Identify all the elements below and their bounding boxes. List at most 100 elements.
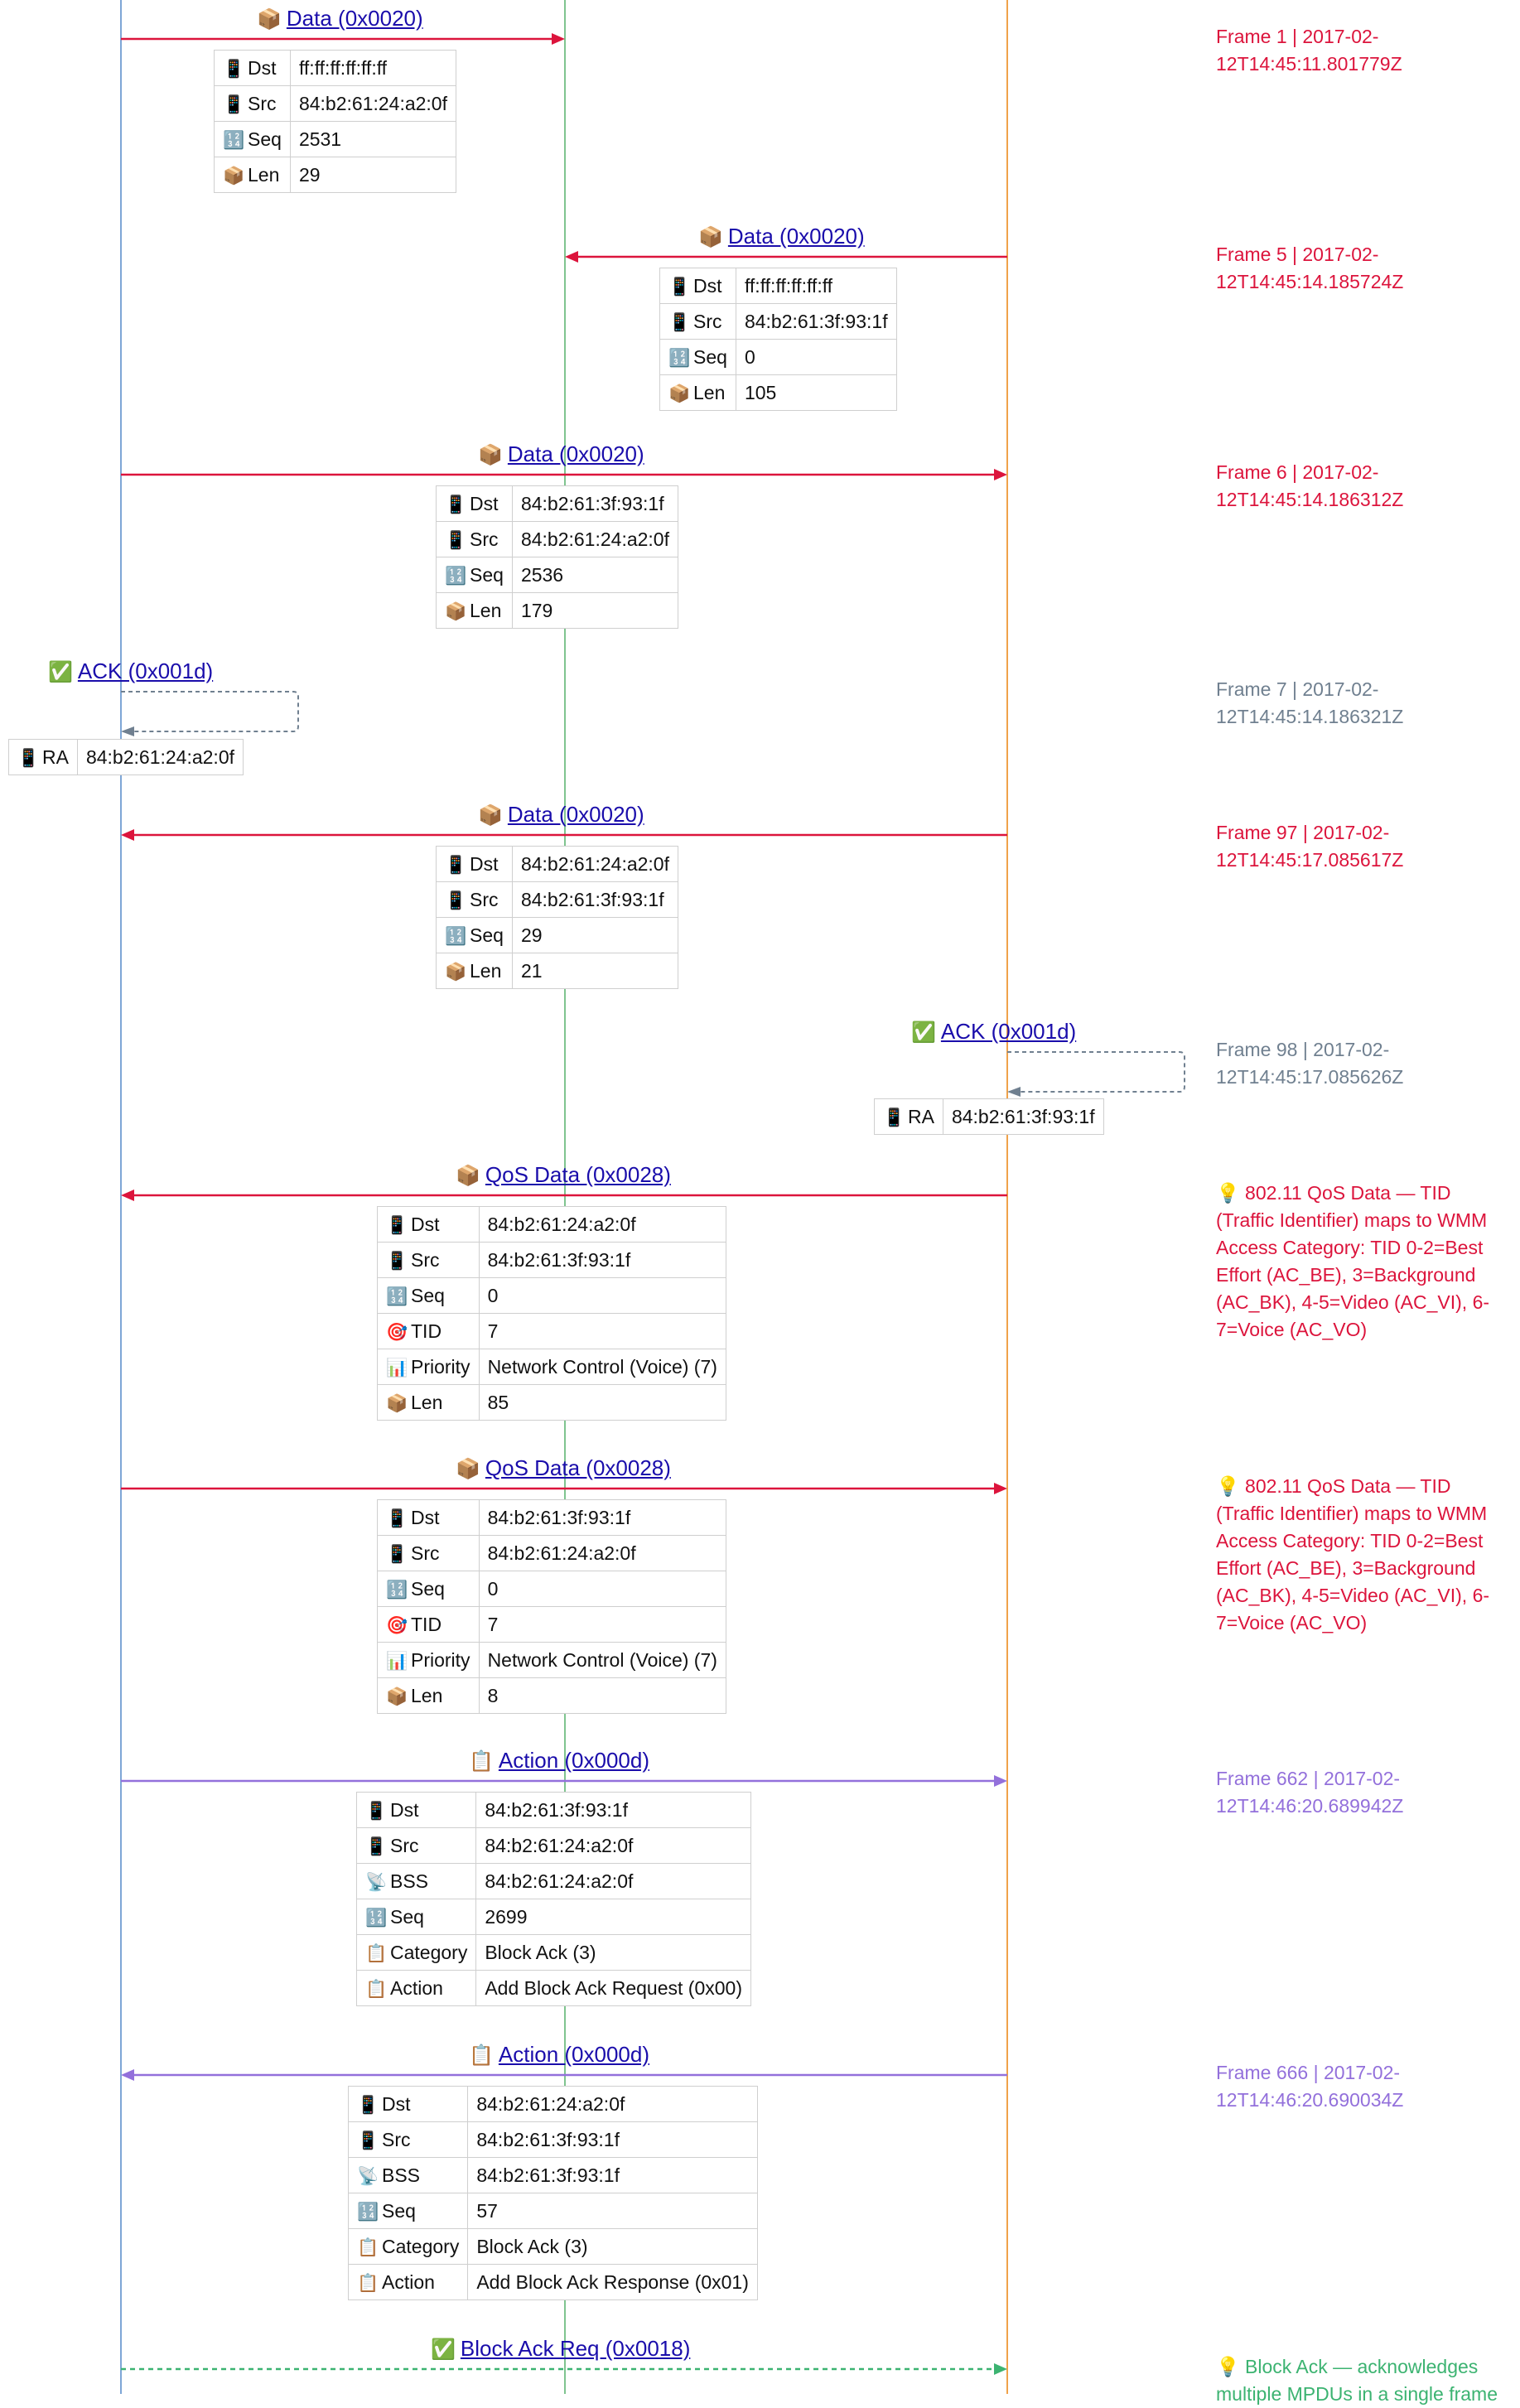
sequence-diagram: 📦 Data (0x0020) 📱 Dst ff:ff:ff:ff:ff:ff 📱 Src 8… — [0, 0, 1520, 2405]
field-key-label: TID — [411, 1320, 442, 1342]
phone-icon: 📱 — [17, 748, 40, 768]
field-key: 📱 Dst — [377, 1499, 480, 1536]
field-key-label: Seq — [382, 2199, 416, 2222]
package-icon: 📦 — [386, 1393, 408, 1413]
field-key-label: Src — [411, 1248, 440, 1271]
message-label-link[interactable]: ✅ ACK (0x001d) — [48, 659, 213, 685]
field-key-label: Seq — [470, 563, 504, 586]
field-value: 7 — [478, 1313, 726, 1349]
field-row: 📦 Len 29 — [214, 157, 457, 193]
field-row: 📋 Action Add Block Ack Response (0x01) — [347, 2264, 758, 2300]
field-key-label: Dst — [411, 1213, 440, 1235]
field-value: 21 — [511, 953, 679, 989]
frame-note: Frame 98 | 2017-02-12T14:45:17.085626Z — [1216, 1039, 1404, 1088]
phone-icon: 📱 — [883, 1107, 905, 1127]
field-row: 🔢 Seq 2531 — [214, 121, 457, 157]
target-icon: 🎯 — [386, 1322, 408, 1342]
package-icon: 📦 — [445, 962, 467, 982]
field-key: 📱 Dst — [214, 50, 291, 86]
field-key-label: BSS — [390, 1870, 429, 1892]
package-icon: 📦 — [478, 444, 503, 466]
message-label-link[interactable]: 📦 Data (0x0020) — [257, 6, 423, 32]
field-row: 📱 Dst ff:ff:ff:ff:ff:ff — [214, 50, 457, 86]
field-key-label: Len — [470, 599, 502, 621]
field-key-label: Seq — [248, 128, 282, 150]
field-row: 🎯 TID 7 — [377, 1606, 726, 1643]
field-key: 📡 BSS — [347, 2157, 469, 2193]
frame-note: Frame 666 | 2017-02-12T14:46:20.690034Z — [1216, 2062, 1404, 2111]
field-key: 🔢 Seq — [377, 1277, 480, 1314]
antenna-icon: 📡 — [357, 2166, 379, 2186]
message-label-text: Data (0x0020) — [286, 6, 423, 31]
message-label-link[interactable]: 📦 QoS Data (0x0028) — [456, 1162, 671, 1189]
field-key-label: Len — [411, 1684, 443, 1706]
message-label-text: QoS Data (0x0028) — [485, 1162, 671, 1187]
clipboard-icon: 📋 — [469, 2044, 494, 2067]
field-key: 📱 Src — [436, 881, 513, 918]
phone-icon: 📱 — [445, 530, 467, 550]
field-value: 57 — [467, 2193, 758, 2229]
field-row: 📱 RA 84:b2:61:24:a2:0f — [8, 739, 244, 775]
field-value: 2531 — [289, 121, 457, 157]
field-row: 🔢 Seq 57 — [347, 2193, 758, 2229]
field-key: 📱 Src — [355, 1827, 477, 1864]
field-row: 📱 Dst 84:b2:61:3f:93:1f — [355, 1792, 751, 1828]
frame-fields-table: 📱 Dst 84:b2:61:24:a2:0f 📱 Src 84:b2:61:3f:93:… — [436, 846, 679, 989]
phone-icon: 📱 — [445, 495, 467, 514]
frame-fields-table: 📱 Dst ff:ff:ff:ff:ff:ff 📱 Src 84:b2:61:3f:93:… — [659, 268, 897, 411]
field-key-label: Src — [693, 310, 722, 332]
phone-icon: 📱 — [357, 2131, 379, 2150]
field-row: 📱 Src 84:b2:61:3f:93:1f — [436, 881, 679, 918]
field-value: 105 — [735, 374, 897, 411]
field-row: 📱 Src 84:b2:61:3f:93:1f — [659, 303, 897, 340]
self-arrow — [121, 691, 299, 736]
field-row: 📋 Action Add Block Ack Request (0x00) — [355, 1970, 751, 2006]
field-key: 📋 Action — [355, 1970, 477, 2006]
message-arrow — [121, 469, 1007, 480]
message-label-link[interactable]: 📋 Action (0x000d) — [469, 2042, 649, 2068]
clipboard-icon: 📋 — [357, 2237, 379, 2257]
field-key-label: Len — [248, 163, 280, 186]
message-label-link[interactable]: 📦 QoS Data (0x0028) — [456, 1455, 671, 1482]
phone-icon: 📱 — [223, 59, 245, 79]
field-key: 📱 Src — [436, 521, 513, 557]
field-key-label: Src — [248, 92, 277, 114]
check-icon: ✅ — [48, 661, 73, 683]
field-key: 📋 Action — [347, 2264, 469, 2300]
field-key: 📱 Src — [659, 303, 736, 340]
clipboard-icon: 📋 — [365, 1979, 388, 1999]
field-key-label: Dst — [470, 492, 499, 514]
field-key: 📋 Category — [347, 2228, 469, 2265]
field-value: ff:ff:ff:ff:ff:ff — [289, 50, 457, 86]
field-key-label: Src — [382, 2128, 411, 2150]
message-arrow — [121, 33, 565, 45]
frame-fields-table: 📱 Dst 84:b2:61:24:a2:0f 📱 Src 84:b2:61:3f:93:… — [347, 2086, 758, 2300]
field-value: 179 — [511, 592, 679, 629]
message-arrow — [121, 1483, 1007, 1494]
field-key-label: Dst — [248, 56, 277, 79]
message-label-link[interactable]: ✅ Block Ack Req (0x0018) — [431, 2336, 690, 2362]
field-value: ff:ff:ff:ff:ff:ff — [735, 268, 897, 304]
field-value: 2699 — [475, 1899, 751, 1935]
message-label-link[interactable]: 📦 Data (0x0020) — [478, 442, 644, 468]
message-label-link[interactable]: ✅ ACK (0x001d) — [911, 1019, 1076, 1045]
message-label-link[interactable]: 📋 Action (0x000d) — [469, 1748, 649, 1774]
message-label-text: Data (0x0020) — [727, 224, 865, 249]
phone-icon: 📱 — [365, 1836, 388, 1856]
frame-fields-table: 📱 Dst ff:ff:ff:ff:ff:ff 📱 Src 84:b2:61:24:a2:… — [214, 50, 457, 193]
message-label-link[interactable]: 📦 Data (0x0020) — [698, 224, 865, 250]
field-value: 84:b2:61:3f:93:1f — [467, 2157, 758, 2193]
message-label-text: QoS Data (0x0028) — [485, 1455, 671, 1480]
package-icon: 📦 — [445, 601, 467, 621]
field-row: 📱 Src 84:b2:61:24:a2:0f — [436, 521, 679, 557]
message-label-link[interactable]: 📦 Data (0x0020) — [478, 802, 644, 828]
field-key: 🔢 Seq — [214, 121, 291, 157]
message-label-text: Action (0x000d) — [498, 2042, 649, 2067]
field-key-label: Priority — [411, 1355, 470, 1378]
field-value: 84:b2:61:24:a2:0f — [478, 1206, 726, 1243]
field-key-label: Dst — [411, 1506, 440, 1528]
field-value: Block Ack (3) — [467, 2228, 758, 2265]
package-icon: 📦 — [223, 166, 245, 186]
field-key: 🎯 TID — [377, 1606, 480, 1643]
field-key-label: Src — [390, 1834, 419, 1856]
